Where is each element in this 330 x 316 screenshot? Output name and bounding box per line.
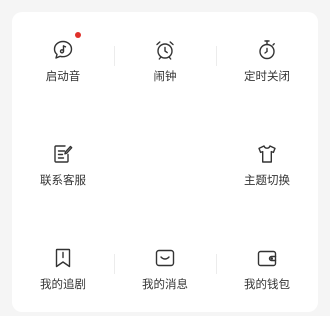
- wallet-button[interactable]: 我的钱包: [216, 246, 318, 316]
- alarm-label: 闹钟: [153, 69, 177, 83]
- tshirt-icon: [255, 142, 279, 166]
- stopwatch-icon: [255, 38, 279, 62]
- timer-button[interactable]: 定时关闭: [216, 38, 318, 108]
- notification-badge: [75, 32, 81, 38]
- features-card: 启动音 闹钟 定时关闭 联系客服 主题切换 我的追剧 我的消息 我的钱包: [12, 12, 318, 312]
- ringtone-button[interactable]: 启动音: [12, 32, 114, 108]
- wallet-icon: [255, 246, 279, 270]
- bookmark-icon: [51, 246, 75, 270]
- theme-label: 主题切换: [244, 173, 290, 187]
- timer-label: 定时关闭: [244, 69, 290, 83]
- theme-button[interactable]: 主题切换: [216, 142, 318, 212]
- my-shows-label: 我的追剧: [40, 277, 86, 291]
- ringtone-label: 启动音: [45, 69, 81, 83]
- message-box-icon: [153, 246, 177, 270]
- messages-label: 我的消息: [142, 277, 188, 291]
- edit-note-icon: [51, 142, 75, 166]
- my-shows-button[interactable]: 我的追剧: [12, 246, 114, 316]
- support-label: 联系客服: [40, 173, 86, 187]
- music-note-bubble-icon: [51, 38, 75, 62]
- alarm-button[interactable]: 闹钟: [114, 38, 216, 108]
- support-button[interactable]: 联系客服: [12, 142, 114, 212]
- messages-button[interactable]: 我的消息: [114, 246, 216, 316]
- wallet-label: 我的钱包: [244, 277, 290, 291]
- alarm-clock-icon: [153, 38, 177, 62]
